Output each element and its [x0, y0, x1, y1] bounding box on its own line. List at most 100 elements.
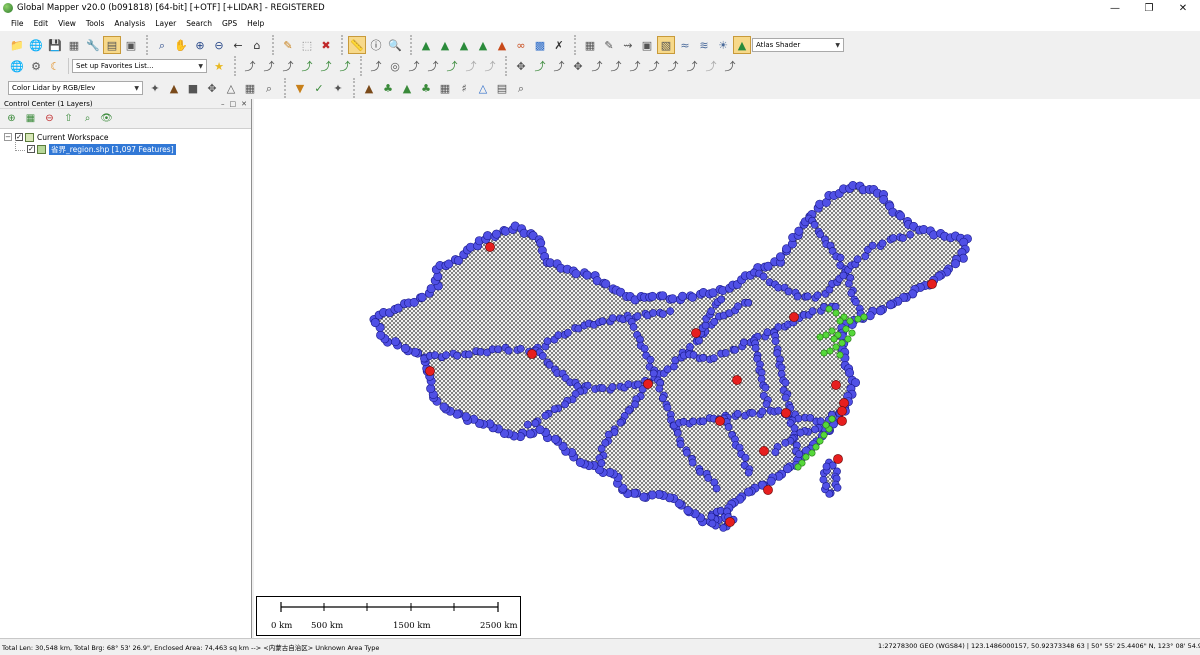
boundary-vertex-marker[interactable]	[494, 345, 502, 354]
boundary-vertex-marker[interactable]	[707, 512, 716, 521]
boundary-vertex-marker[interactable]	[601, 279, 611, 289]
green-vertex-marker[interactable]	[842, 325, 850, 333]
edit-6-icon[interactable]: ⤴	[462, 57, 480, 75]
class-wire-icon[interactable]: ♯	[455, 79, 473, 97]
menu-tools[interactable]: Tools	[81, 19, 109, 28]
close-button[interactable]: ✕	[1166, 0, 1200, 16]
boundary-vertex-marker[interactable]	[735, 443, 744, 452]
boundary-vertex-marker[interactable]	[813, 291, 822, 300]
lidar-1-icon[interactable]: ✦	[146, 79, 164, 97]
boundary-vertex-marker[interactable]	[759, 272, 768, 281]
layer-add-icon[interactable]: ⊕	[3, 111, 20, 127]
boundary-vertex-marker[interactable]	[739, 338, 748, 347]
boundary-vertex-marker[interactable]	[564, 328, 572, 337]
boundary-vertex-marker[interactable]	[831, 302, 840, 311]
class-tree-2-icon[interactable]: ♣	[417, 79, 435, 97]
raster-icon[interactable]: ▩	[531, 36, 549, 54]
boundary-vertex-marker[interactable]	[597, 459, 606, 468]
lidar-6-icon[interactable]: ▦	[241, 79, 259, 97]
selected-vertex-marker[interactable]	[837, 416, 847, 426]
boundary-vertex-marker[interactable]	[771, 337, 780, 346]
filter-3-icon[interactable]: ✦	[329, 79, 347, 97]
boundary-vertex-marker[interactable]	[686, 342, 694, 351]
boundary-vertex-marker[interactable]	[774, 406, 783, 415]
boundary-vertex-marker[interactable]	[766, 476, 776, 486]
green-vertex-marker[interactable]	[832, 343, 840, 351]
boundary-vertex-marker[interactable]	[781, 378, 790, 387]
boundary-vertex-marker[interactable]	[781, 393, 790, 402]
terrain-6-icon[interactable]: ∞	[512, 36, 530, 54]
selected-vertex-marker[interactable]	[527, 349, 537, 359]
class-tree-icon[interactable]: ▲	[398, 79, 416, 97]
green-vertex-marker[interactable]	[828, 415, 836, 423]
target-icon[interactable]: ◎	[386, 57, 404, 75]
boundary-vertex-marker[interactable]	[541, 411, 550, 420]
pencil-icon[interactable]: ✎	[279, 36, 297, 54]
lidar-2-icon[interactable]: ▲	[165, 79, 183, 97]
boundary-vertex-marker[interactable]	[695, 336, 703, 345]
boundary-vertex-marker[interactable]	[597, 444, 606, 453]
boundary-vertex-marker[interactable]	[708, 519, 717, 528]
boundary-vertex-marker[interactable]	[811, 425, 819, 434]
terrain-3-icon[interactable]: ▲	[455, 36, 473, 54]
vertex-2-icon[interactable]: ⤴	[550, 57, 568, 75]
green-vertex-marker[interactable]	[838, 339, 846, 347]
edit-7-icon[interactable]: ⤴	[481, 57, 499, 75]
boundary-vertex-marker[interactable]	[670, 362, 678, 371]
boundary-vertex-marker[interactable]	[699, 417, 708, 426]
boundary-vertex-marker[interactable]	[689, 417, 698, 426]
lidar-4-icon[interactable]: ✥	[203, 79, 221, 97]
boundary-vertex-marker[interactable]	[707, 307, 716, 315]
zoom-out-icon[interactable]: ⊖	[210, 36, 228, 54]
boundary-vertex-marker[interactable]	[795, 450, 803, 459]
boundary-vertex-marker[interactable]	[761, 383, 770, 392]
boundary-vertex-marker[interactable]	[501, 226, 511, 236]
boundary-vertex-marker[interactable]	[696, 467, 704, 476]
digitize-2-icon[interactable]: ⤴	[260, 57, 278, 75]
selected-vertex-marker[interactable]	[839, 398, 849, 408]
boundary-vertex-marker[interactable]	[370, 318, 380, 328]
boundary-vertex-marker[interactable]	[417, 292, 427, 302]
boundary-vertex-marker[interactable]	[808, 307, 817, 316]
boundary-vertex-marker[interactable]	[550, 434, 560, 444]
layer-zoom-icon[interactable]: ⌕	[79, 111, 96, 127]
green-vertex-marker[interactable]	[822, 421, 830, 429]
green-vertex-marker[interactable]	[854, 315, 862, 323]
layer-remove-icon[interactable]: ⊖	[41, 111, 58, 127]
menu-view[interactable]: View	[53, 19, 81, 28]
boundary-vertex-marker[interactable]	[701, 321, 710, 330]
selected-vertex-marker[interactable]	[833, 454, 843, 464]
boundary-vertex-marker[interactable]	[663, 403, 672, 412]
edit-1-icon[interactable]: ⤴	[367, 57, 385, 75]
panel-close-icon[interactable]: ✕	[241, 100, 247, 108]
boundary-vertex-marker[interactable]	[758, 407, 767, 416]
grid-icon[interactable]: ▦	[581, 36, 599, 54]
boundary-vertex-marker[interactable]	[608, 383, 617, 391]
boundary-vertex-marker[interactable]	[771, 448, 780, 456]
boundary-vertex-marker[interactable]	[868, 241, 877, 250]
boundary-vertex-marker[interactable]	[793, 292, 802, 301]
boundary-vertex-marker[interactable]	[717, 295, 726, 304]
boundary-vertex-marker[interactable]	[682, 448, 691, 457]
boundary-vertex-marker[interactable]	[781, 438, 790, 447]
boundary-vertex-marker[interactable]	[658, 291, 668, 301]
boundary-vertex-marker[interactable]	[523, 420, 532, 429]
class-building-icon[interactable]: ▦	[436, 79, 454, 97]
vertex-5-icon[interactable]: ⤴	[607, 57, 625, 75]
lidar-3-icon[interactable]: ■	[184, 79, 202, 97]
filter-icon[interactable]: ▼	[291, 79, 309, 97]
boundary-vertex-marker[interactable]	[847, 289, 856, 298]
star-icon[interactable]: ★	[210, 57, 228, 75]
boundary-vertex-marker[interactable]	[536, 238, 546, 248]
boundary-vertex-marker[interactable]	[784, 287, 793, 296]
boundary-vertex-marker[interactable]	[629, 323, 638, 331]
boundary-vertex-marker[interactable]	[819, 475, 828, 484]
class-water-icon[interactable]: △	[474, 79, 492, 97]
globe-icon[interactable]: 🌐	[27, 36, 45, 54]
boundary-vertex-marker[interactable]	[561, 400, 569, 409]
boundary-vertex-marker[interactable]	[649, 309, 658, 317]
boundary-vertex-marker[interactable]	[439, 402, 449, 412]
selected-vertex-marker[interactable]	[781, 408, 791, 418]
digitize-5-icon[interactable]: ⤴	[317, 57, 335, 75]
boundary-vertex-marker[interactable]	[744, 468, 753, 477]
